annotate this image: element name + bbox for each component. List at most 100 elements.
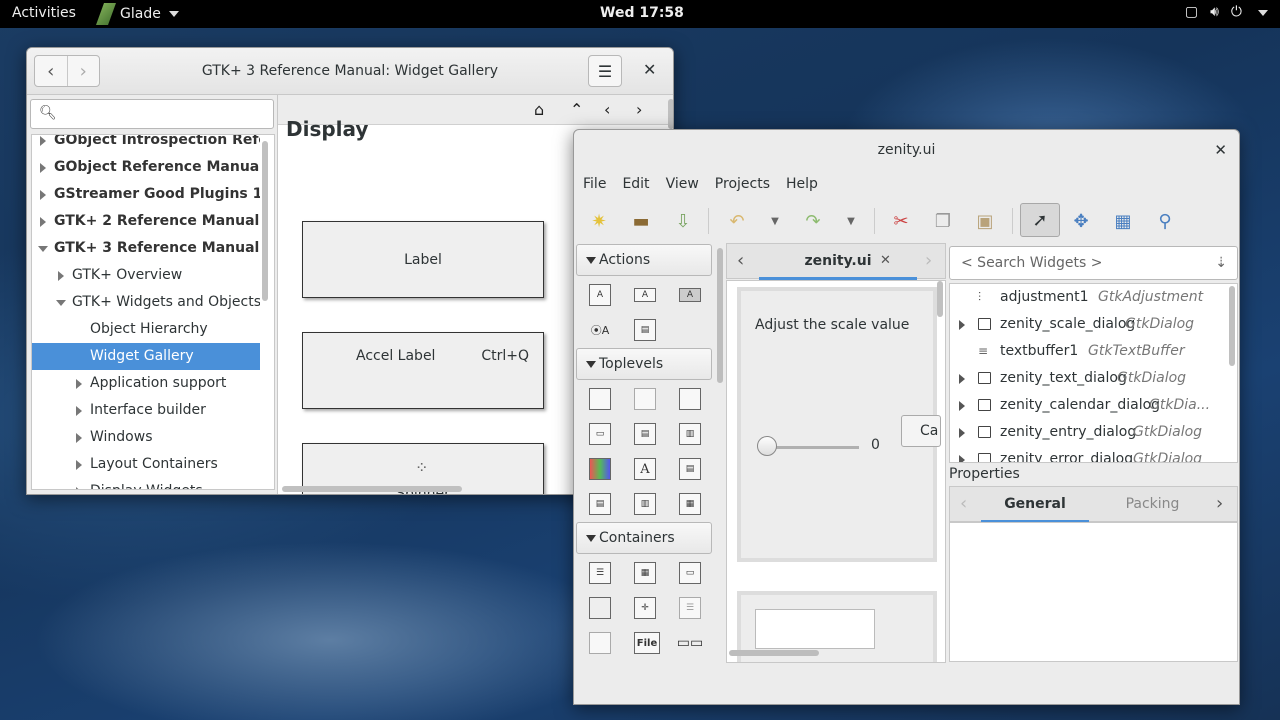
tab-prev-icon[interactable]: ‹ [960, 493, 967, 514]
assistant-icon[interactable]: ▥ [679, 423, 701, 445]
action-icon[interactable]: A [589, 284, 611, 306]
next-icon[interactable]: › [636, 100, 642, 119]
file-chooser-icon[interactable]: ▤ [589, 493, 611, 515]
prev-icon[interactable]: ‹ [604, 100, 610, 119]
dialog-icon[interactable]: ▭ [589, 423, 611, 445]
action-group-icon[interactable]: ▤ [634, 319, 656, 341]
sidebar-item[interactable]: Windows [32, 424, 260, 451]
notebook-icon[interactable]: ▭ [679, 562, 701, 584]
tab-close-icon[interactable]: ✕ [880, 253, 891, 268]
tree-row[interactable]: ≡ textbuffer1 GtkTextBuffer [950, 338, 1225, 365]
offscreen-window-icon[interactable] [634, 388, 656, 410]
font-chooser-icon[interactable]: A [634, 458, 656, 480]
tree-row[interactable]: zenity_error_dialog GtkDialog [950, 446, 1225, 462]
tab-next-icon[interactable]: › [925, 250, 932, 271]
toggle-action-icon[interactable]: A [634, 288, 656, 302]
tab-prev-icon[interactable]: ‹ [737, 250, 744, 271]
open-icon[interactable]: ▬ [626, 206, 656, 236]
expander-container-icon[interactable] [589, 632, 611, 654]
sidebar-item[interactable]: GTK+ Overview [32, 262, 260, 289]
sidebar-item[interactable]: GStreamer Good Plugins 1.... [32, 181, 260, 208]
tree-scrollbar[interactable] [1229, 286, 1235, 366]
palette-group-actions[interactable]: Actions [576, 244, 712, 276]
doc-scrollbar[interactable] [668, 99, 673, 129]
scale-slider[interactable] [757, 436, 777, 456]
scale-dialog-preview[interactable]: Adjust the scale value 0 Ca [737, 287, 941, 562]
cancel-button[interactable]: Ca [901, 415, 941, 447]
app-menu[interactable]: Glade [96, 0, 179, 28]
menu-help[interactable]: Help [786, 176, 818, 192]
sidebar-item[interactable]: Object Hierarchy [32, 316, 260, 343]
sidebar-item-selected[interactable]: Widget Gallery [32, 343, 260, 370]
status-menu[interactable]: ▢ 🔊︎ ⏻ [1185, 4, 1268, 20]
menu-view[interactable]: View [666, 176, 699, 192]
sidebar-scrollbar[interactable] [262, 141, 268, 301]
tab-packing[interactable]: Packing [1100, 487, 1205, 523]
paste-icon[interactable]: ▣ [970, 206, 1000, 236]
sidebar-item[interactable]: Layout Containers [32, 451, 260, 478]
app-chooser-icon[interactable]: ▦ [679, 493, 701, 515]
canvas-vscrollbar[interactable] [937, 281, 943, 317]
close-button[interactable]: ✕ [1214, 141, 1227, 159]
tab-zenity-ui[interactable]: zenity.ui [759, 244, 917, 280]
undo-menu-icon[interactable]: ▼ [760, 206, 790, 236]
color-chooser-icon[interactable] [589, 458, 611, 480]
application-window-icon[interactable] [679, 388, 701, 410]
file-menu-icon[interactable]: File [634, 632, 660, 654]
expander-icon[interactable] [959, 455, 965, 462]
menu-projects[interactable]: Projects [715, 176, 770, 192]
redo-menu-icon[interactable]: ▼ [836, 206, 866, 236]
sidebar-item[interactable]: Application support [32, 370, 260, 397]
doc-hscrollbar[interactable] [282, 486, 462, 492]
expander-icon[interactable] [959, 320, 965, 330]
close-button[interactable]: ✕ [643, 60, 656, 79]
box-icon[interactable]: ☰ [589, 562, 611, 584]
margin-edit-icon[interactable]: ▦ [1108, 206, 1138, 236]
tab-next-icon[interactable]: › [1216, 493, 1223, 514]
tree-row[interactable]: zenity_entry_dialog GtkDialog [950, 419, 1225, 446]
button-box-icon[interactable]: ▭▭ [677, 632, 703, 654]
cut-icon[interactable]: ✂ [886, 206, 916, 236]
frame-icon[interactable] [589, 597, 611, 619]
save-icon[interactable]: ⇩ [668, 206, 698, 236]
fixed-icon[interactable]: ✛ [634, 597, 656, 619]
sidebar-item[interactable]: GObject Reference Manual [32, 154, 260, 181]
select-mode-icon[interactable]: ➚ [1020, 203, 1060, 237]
radio-action-icon[interactable]: A [679, 288, 701, 302]
message-dialog-icon[interactable]: ▤ [679, 458, 701, 480]
tab-general[interactable]: General [981, 487, 1089, 523]
window-icon[interactable] [589, 388, 611, 410]
tree-row[interactable]: zenity_calendar_dialog GtkDia... [950, 392, 1225, 419]
sidebar-item[interactable]: Interface builder [32, 397, 260, 424]
expander-icon[interactable] [959, 374, 965, 384]
copy-icon[interactable]: ❐ [928, 206, 958, 236]
search-widgets-input[interactable]: < Search Widgets > ⇣ [949, 246, 1238, 280]
tree-row[interactable]: ⫶ adjustment1 GtkAdjustment [950, 284, 1225, 311]
sidebar-item[interactable]: GTK+ 3 Reference Manual [32, 235, 260, 262]
expander-icon[interactable] [959, 428, 965, 438]
recent-chooser-icon[interactable]: ▥ [634, 493, 656, 515]
list-box-icon[interactable]: ☰ [679, 597, 701, 619]
palette-group-containers[interactable]: Containers [576, 522, 712, 554]
sidebar-item[interactable]: GTK+ Widgets and Objects [32, 289, 260, 316]
undo-icon[interactable]: ↶ [722, 206, 752, 236]
grid-icon[interactable]: ▦ [634, 562, 656, 584]
search-input[interactable]: 🔍︎ [30, 99, 274, 129]
about-dialog-icon[interactable]: ▤ [634, 423, 656, 445]
sidebar-item[interactable]: GTK+ 2 Reference Manual [32, 208, 260, 235]
recent-action-icon[interactable]: ⦿A [589, 319, 611, 341]
tree-row[interactable]: zenity_text_dialog GtkDialog [950, 365, 1225, 392]
menu-file[interactable]: File [583, 176, 606, 192]
new-icon[interactable]: ✷ [584, 206, 614, 236]
palette-scrollbar[interactable] [717, 248, 723, 383]
menu-button[interactable]: ☰ [588, 55, 622, 87]
palette-group-toplevels[interactable]: Toplevels [576, 348, 712, 380]
alignment-edit-icon[interactable]: ⚲ [1150, 206, 1180, 236]
activities-button[interactable]: Activities [12, 5, 76, 21]
expander-icon[interactable] [959, 401, 965, 411]
menu-edit[interactable]: Edit [622, 176, 649, 192]
clock[interactable]: Wed 17:58 [600, 5, 684, 21]
clear-icon[interactable]: ⇣ [1215, 247, 1227, 279]
up-icon[interactable]: ⌃ [570, 100, 583, 119]
tree-row[interactable]: zenity_scale_dialog GtkDialog [950, 311, 1225, 338]
